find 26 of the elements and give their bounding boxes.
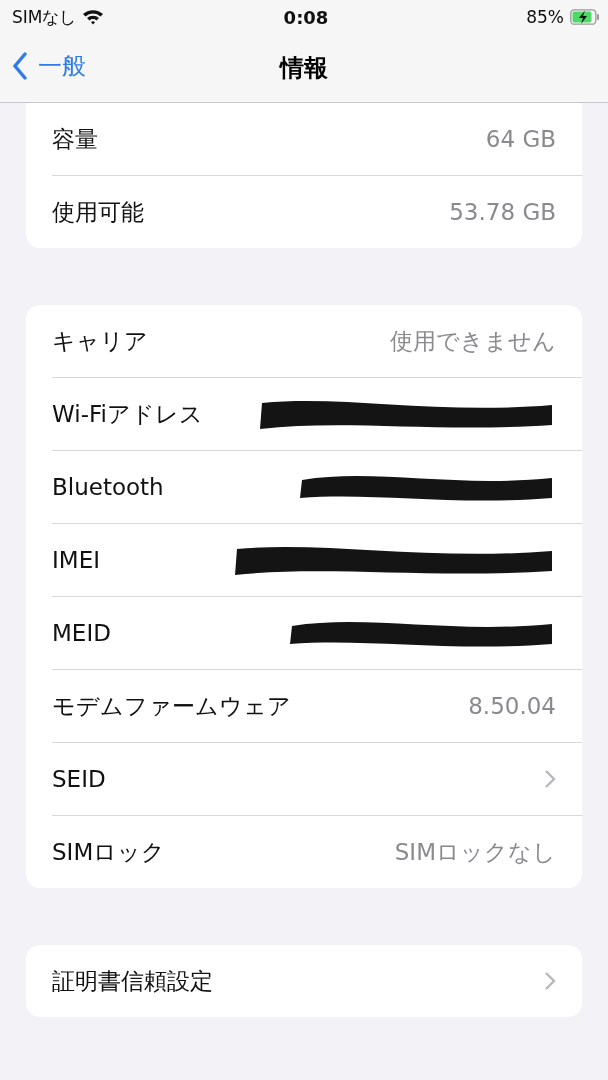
- row-value: SIMロックなし: [394, 837, 556, 867]
- back-button[interactable]: 一般: [12, 50, 86, 82]
- carrier-text: SIMなし: [12, 5, 77, 29]
- wifi-icon: [82, 9, 105, 25]
- row-label: モデムファームウェア: [52, 691, 291, 721]
- clock-time: 0:08: [283, 6, 329, 28]
- row-label: 使用可能: [52, 197, 144, 227]
- battery-charging-icon: [570, 9, 600, 25]
- battery-percent: 85%: [526, 7, 564, 27]
- row-label: MEID: [52, 620, 111, 646]
- row-label: Wi-Fiアドレス: [52, 399, 203, 429]
- row-value: 53.78 GB: [449, 199, 556, 225]
- row-label[interactable]: SEID: [52, 766, 106, 792]
- back-chevron-icon: [12, 52, 28, 80]
- row-label: IMEI: [52, 547, 100, 573]
- chevron-icon: [544, 769, 556, 789]
- row-label: SIMロック: [52, 837, 166, 867]
- chevron-icon: [544, 971, 556, 991]
- row-label: Bluetooth: [52, 474, 164, 500]
- row-value: 64 GB: [485, 126, 556, 152]
- row-label: キャリア: [52, 326, 148, 356]
- page-title: 情報: [280, 53, 328, 84]
- row-label: 容量: [52, 124, 98, 154]
- row-value: 使用できません: [390, 326, 556, 356]
- row-value: 8.50.04: [468, 693, 556, 719]
- row-label[interactable]: 証明書信頼設定: [52, 965, 213, 997]
